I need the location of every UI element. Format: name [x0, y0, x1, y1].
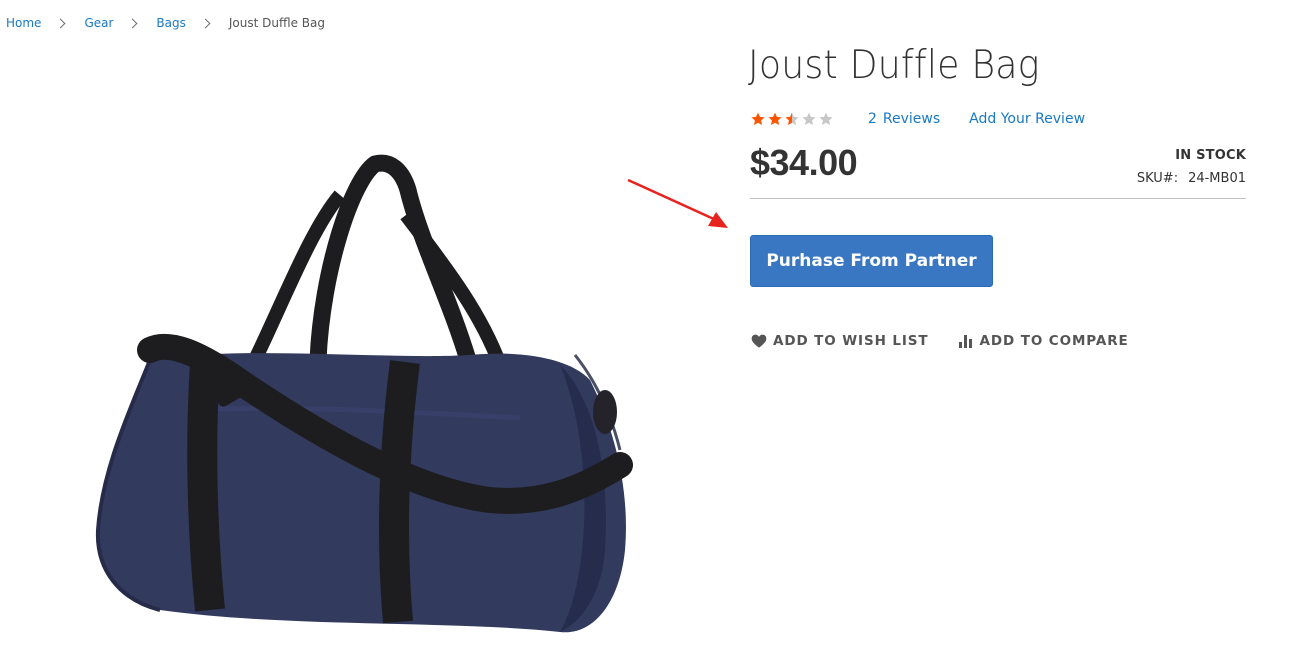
- chevron-right-icon: [55, 18, 66, 28]
- add-to-wishlist-label: ADD TO WISH LIST: [773, 333, 929, 349]
- star-half-icon: [785, 112, 799, 125]
- breadcrumb-home-link[interactable]: Home: [6, 16, 41, 30]
- breadcrumb-current: Joust Duffle Bag: [228, 16, 325, 30]
- product-reviews-summary: 2 Reviews Add Your Review: [750, 111, 1085, 127]
- reviews-label: Reviews: [882, 111, 941, 127]
- add-to-compare-link[interactable]: ADD TO COMPARE: [958, 333, 1129, 349]
- product-social-actions: ADD TO WISH LIST ADD TO COMPARE: [751, 333, 1129, 349]
- rating-stars: [750, 111, 834, 127]
- sku-label: SKU#:: [1136, 171, 1179, 186]
- breadcrumb-gear-link[interactable]: Gear: [84, 16, 113, 30]
- product-sku: SKU#: 24-MB01: [1137, 171, 1246, 186]
- heart-icon: [751, 334, 767, 348]
- sku-value: 24-MB01: [1188, 171, 1246, 186]
- breadcrumb: Home Gear Bags Joust Duffle Bag: [6, 16, 325, 30]
- star-filled-icon: [768, 112, 782, 125]
- stock-status: IN STOCK: [1175, 148, 1246, 163]
- breadcrumb-bags-link[interactable]: Bags: [156, 16, 185, 30]
- product-title: Joust Duffle Bag: [748, 43, 1040, 88]
- reviews-link[interactable]: 2 Reviews: [868, 111, 940, 127]
- add-to-wishlist-link[interactable]: ADD TO WISH LIST: [751, 333, 929, 349]
- add-to-compare-label: ADD TO COMPARE: [979, 333, 1129, 349]
- product-price: $34.00: [750, 142, 858, 183]
- reviews-count: 2: [868, 111, 877, 127]
- star-filled-icon: [751, 112, 765, 125]
- duffle-bag-image: [95, 154, 633, 633]
- purchase-from-partner-button[interactable]: Purhase From Partner: [750, 235, 993, 287]
- star-empty-icon: [819, 112, 833, 125]
- chevron-right-icon: [127, 18, 138, 28]
- divider: [750, 198, 1246, 199]
- product-image[interactable]: [90, 150, 640, 650]
- product-page: Home Gear Bags Joust Duffle Bag Joust Du…: [0, 0, 1303, 665]
- add-review-link[interactable]: Add Your Review: [969, 111, 1085, 127]
- star-empty-icon: [802, 112, 816, 125]
- bar-chart-icon: [958, 335, 972, 348]
- chevron-right-icon: [200, 18, 211, 28]
